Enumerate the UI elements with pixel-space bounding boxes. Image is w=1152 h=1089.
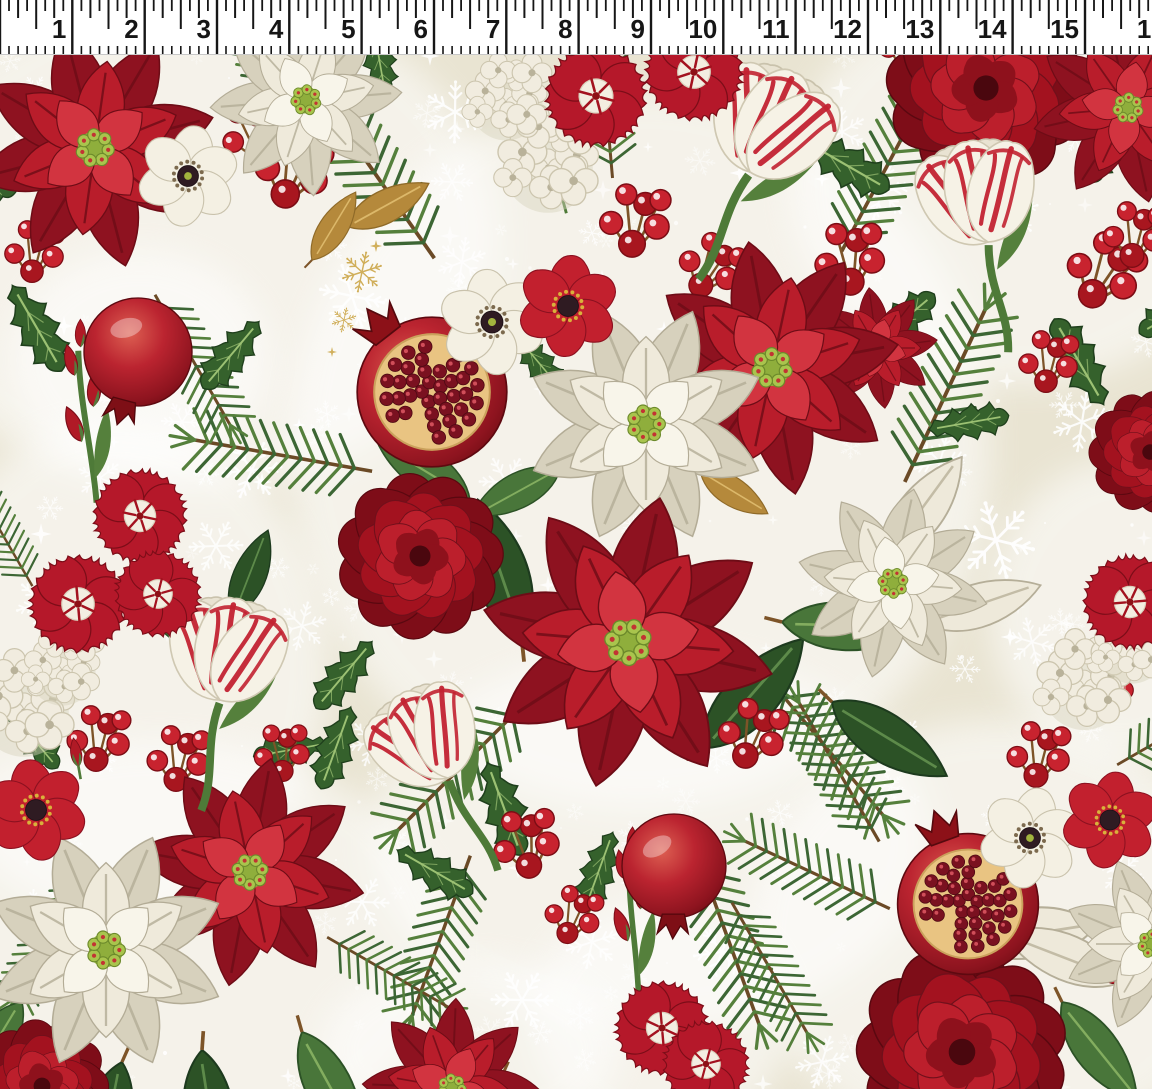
ruler-number: 12 bbox=[833, 14, 862, 44]
ruler-number: 8 bbox=[558, 14, 572, 44]
ruler-number: 4 bbox=[269, 14, 284, 44]
ruler-number: 6 bbox=[414, 14, 428, 44]
ruler-number: 2 bbox=[124, 14, 138, 44]
floral-pattern-canvas bbox=[0, 55, 1152, 1089]
ruler-number: 9 bbox=[631, 14, 645, 44]
ruler-number: 11 bbox=[762, 14, 790, 44]
ruler-number: 7 bbox=[486, 14, 500, 44]
ruler-number: 15 bbox=[1050, 14, 1079, 44]
ruler-number: 14 bbox=[978, 14, 1007, 44]
ruler-number: 5 bbox=[341, 14, 355, 44]
inch-ruler: 1234567891011121314151 bbox=[0, 0, 1152, 55]
ruler-scale: 1234567891011121314151 bbox=[0, 0, 1152, 55]
ruler-number: 10 bbox=[688, 14, 717, 44]
christmas-floral-fabric bbox=[0, 55, 1152, 1089]
ruler-number-edge: 1 bbox=[1137, 14, 1151, 44]
fabric-swatch-photo: 1234567891011121314151 bbox=[0, 0, 1152, 1089]
ruler-number: 1 bbox=[52, 14, 66, 44]
ruler-number: 3 bbox=[197, 14, 211, 44]
ruler-number: 13 bbox=[905, 14, 934, 44]
